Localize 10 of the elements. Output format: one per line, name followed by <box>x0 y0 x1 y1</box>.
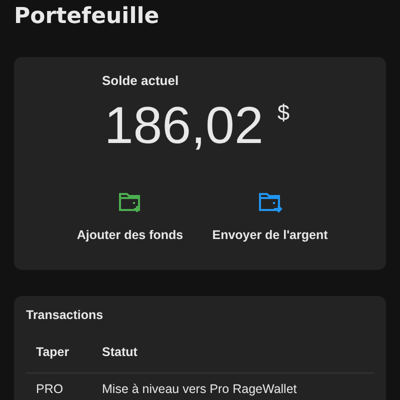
add-funds-button[interactable]: Ajouter des fonds <box>75 188 185 242</box>
page-title: Portefeuille <box>14 3 160 31</box>
table-cell-text: PRO <box>36 382 64 396</box>
transactions-title: Transactions <box>26 308 104 322</box>
balance-label: Solde actuel <box>102 73 180 88</box>
currency-symbol: $ <box>277 100 290 127</box>
column-header: Taper <box>36 345 70 359</box>
table-cell-text: Mise à niveau vers Pro RageWallet <box>102 382 298 396</box>
balance-amount: 186,02 <box>104 96 264 157</box>
column-header: Statut <box>102 345 138 359</box>
